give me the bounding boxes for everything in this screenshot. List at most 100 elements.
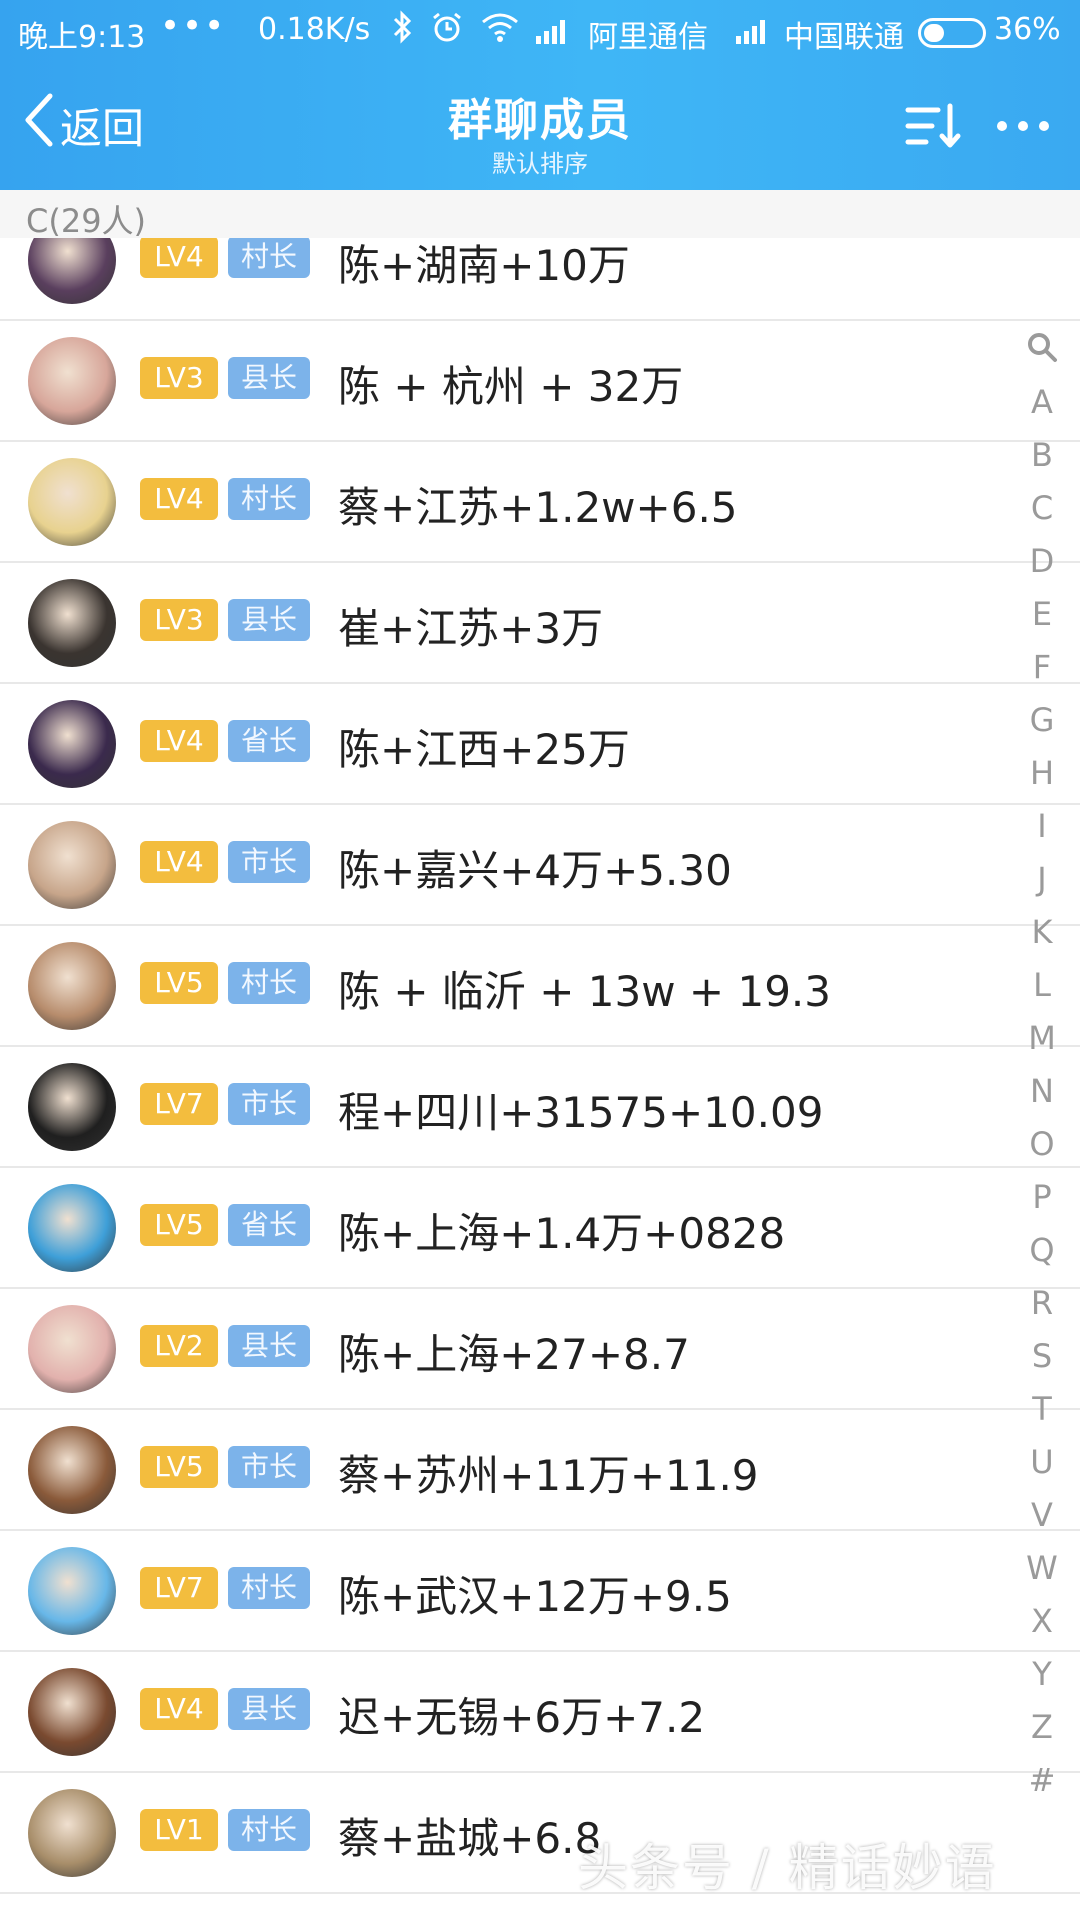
index-letter[interactable]: X: [1020, 1595, 1064, 1648]
level-badge: LV7: [140, 1083, 218, 1125]
member-row[interactable]: LV5 省长 陈+上海+1.4万+0828: [0, 1168, 1080, 1289]
level-badge: LV4: [140, 1688, 218, 1730]
index-letter[interactable]: Z: [1020, 1701, 1064, 1754]
rank-badge: 市长: [228, 841, 310, 883]
member-name: 蔡+盐城+6.8: [338, 1814, 602, 1863]
avatar[interactable]: [28, 1668, 116, 1756]
index-letter[interactable]: R: [1020, 1277, 1064, 1330]
avatar[interactable]: [28, 458, 116, 546]
index-letter[interactable]: G: [1020, 694, 1064, 747]
member-name: 迟+无锡+6万+7.2: [338, 1693, 706, 1742]
index-letter[interactable]: V: [1020, 1489, 1064, 1542]
level-badge: LV3: [140, 599, 218, 641]
section-header: C(29人): [0, 190, 1080, 240]
sort-icon[interactable]: [904, 102, 962, 154]
avatar[interactable]: [28, 1547, 116, 1635]
index-letter[interactable]: O: [1020, 1118, 1064, 1171]
rank-badge: 村长: [228, 478, 310, 520]
index-letter[interactable]: K: [1020, 906, 1064, 959]
index-letter[interactable]: U: [1020, 1436, 1064, 1489]
member-name: 陈+江西+25万: [338, 725, 630, 774]
index-letter[interactable]: I: [1020, 800, 1064, 853]
member-row[interactable]: LV3 县长陈 + 杭州 + 32万: [0, 321, 1080, 442]
rank-badge: 村长: [228, 236, 310, 278]
avatar[interactable]: [28, 700, 116, 788]
member-row[interactable]: LV5 村长陈 + 临沂 + 13w + 19.3: [0, 926, 1080, 1047]
level-badge: LV4: [140, 841, 218, 883]
avatar[interactable]: [28, 1789, 116, 1877]
member-row[interactable]: LV4 县长 迟+无锡+6万+7.2: [0, 1652, 1080, 1773]
more-icon[interactable]: [994, 102, 1052, 154]
level-badge: LV5: [140, 1446, 218, 1488]
carrier-1: 阿里通信: [588, 20, 708, 55]
avatar[interactable]: [28, 337, 116, 425]
index-letter[interactable]: Q: [1020, 1224, 1064, 1277]
index-letter[interactable]: F: [1020, 641, 1064, 694]
rank-badge: 县长: [228, 599, 310, 641]
bluetooth-icon: [392, 10, 414, 52]
rank-badge: 县长: [228, 1688, 310, 1730]
level-badge: LV2: [140, 1325, 218, 1367]
index-letter[interactable]: C: [1020, 482, 1064, 535]
index-letter[interactable]: A: [1020, 376, 1064, 429]
index-letter[interactable]: N: [1020, 1065, 1064, 1118]
member-name: 蔡+苏州+11万+11.9: [338, 1451, 759, 1500]
rank-badge: 市长: [228, 1446, 310, 1488]
index-letter[interactable]: H: [1020, 747, 1064, 800]
index-letter[interactable]: D: [1020, 535, 1064, 588]
avatar[interactable]: [28, 1184, 116, 1272]
avatar[interactable]: [28, 1305, 116, 1393]
alphabet-index[interactable]: A B C D E F G H I J K L M N O P Q R S T U V W X Y Z #: [1020, 318, 1064, 1807]
index-letter[interactable]: P: [1020, 1171, 1064, 1224]
member-name: 陈+武汉+12万+9.5: [338, 1572, 732, 1621]
index-letter[interactable]: W: [1020, 1542, 1064, 1595]
member-row[interactable]: LV7 市长 程+四川+31575+10.09: [0, 1047, 1080, 1168]
avatar[interactable]: [28, 942, 116, 1030]
avatar[interactable]: [28, 579, 116, 667]
rank-badge: 村长: [228, 962, 310, 1004]
rank-badge: 省长: [228, 1204, 310, 1246]
index-letter[interactable]: Y: [1020, 1648, 1064, 1701]
index-letter[interactable]: B: [1020, 429, 1064, 482]
status-time: 晚上9:13: [18, 20, 146, 55]
member-name: 陈 + 临沂 + 13w + 19.3: [338, 967, 831, 1016]
level-badge: LV3: [140, 357, 218, 399]
rank-badge: 县长: [228, 1325, 310, 1367]
carrier-2: 中国联通: [784, 20, 904, 55]
nav-bar: 返回 群聊成员 默认排序: [0, 62, 1080, 190]
member-row[interactable]: LV7 村长 陈+武汉+12万+9.5: [0, 1531, 1080, 1652]
notification-dots: •••: [160, 6, 227, 46]
top-bar: 晚上9:13 ••• 0.18K/s 阿里通信 中国联通 36% 返回 群聊成员…: [0, 0, 1080, 190]
status-bar: 晚上9:13 ••• 0.18K/s 阿里通信 中国联通 36%: [0, 0, 1080, 62]
search-icon[interactable]: [1020, 318, 1064, 376]
member-row[interactable]: LV5 市长 蔡+苏州+11万+11.9: [0, 1410, 1080, 1531]
battery-icon: [918, 18, 986, 48]
signal-icon: [536, 18, 565, 44]
member-row[interactable]: LV2 县长 陈+上海+27+8.7: [0, 1289, 1080, 1410]
member-name: 陈+上海+1.4万+0828: [338, 1209, 786, 1258]
avatar[interactable]: [28, 821, 116, 909]
member-name: 陈+上海+27+8.7: [338, 1330, 690, 1379]
index-letter[interactable]: M: [1020, 1012, 1064, 1065]
rank-badge: 村长: [228, 1809, 310, 1851]
screen: 晚上9:13 ••• 0.18K/s 阿里通信 中国联通 36% 返回 群聊成员…: [0, 0, 1080, 1920]
member-name: 程+四川+31575+10.09: [338, 1088, 824, 1137]
index-letter[interactable]: T: [1020, 1383, 1064, 1436]
wifi-icon: [480, 11, 520, 51]
index-letter[interactable]: S: [1020, 1330, 1064, 1383]
member-row[interactable]: LV4 市长 陈+嘉兴+4万+5.30: [0, 805, 1080, 926]
index-letter[interactable]: J: [1020, 853, 1064, 906]
level-badge: LV4: [140, 478, 218, 520]
section-label: C(29人): [26, 202, 147, 240]
member-row[interactable]: LV3 县长 崔+江苏+3万: [0, 563, 1080, 684]
avatar[interactable]: [28, 1063, 116, 1151]
member-row[interactable]: LV4 村长 蔡+江苏+1.2w+6.5: [0, 442, 1080, 563]
index-letter[interactable]: E: [1020, 588, 1064, 641]
watermark: 头条号 / 精话妙语: [578, 1839, 997, 1897]
index-letter[interactable]: #: [1020, 1754, 1064, 1807]
index-letter[interactable]: L: [1020, 959, 1064, 1012]
member-row[interactable]: LV4 省长 陈+江西+25万: [0, 684, 1080, 805]
level-badge: LV7: [140, 1567, 218, 1609]
level-badge: LV5: [140, 962, 218, 1004]
avatar[interactable]: [28, 1426, 116, 1514]
